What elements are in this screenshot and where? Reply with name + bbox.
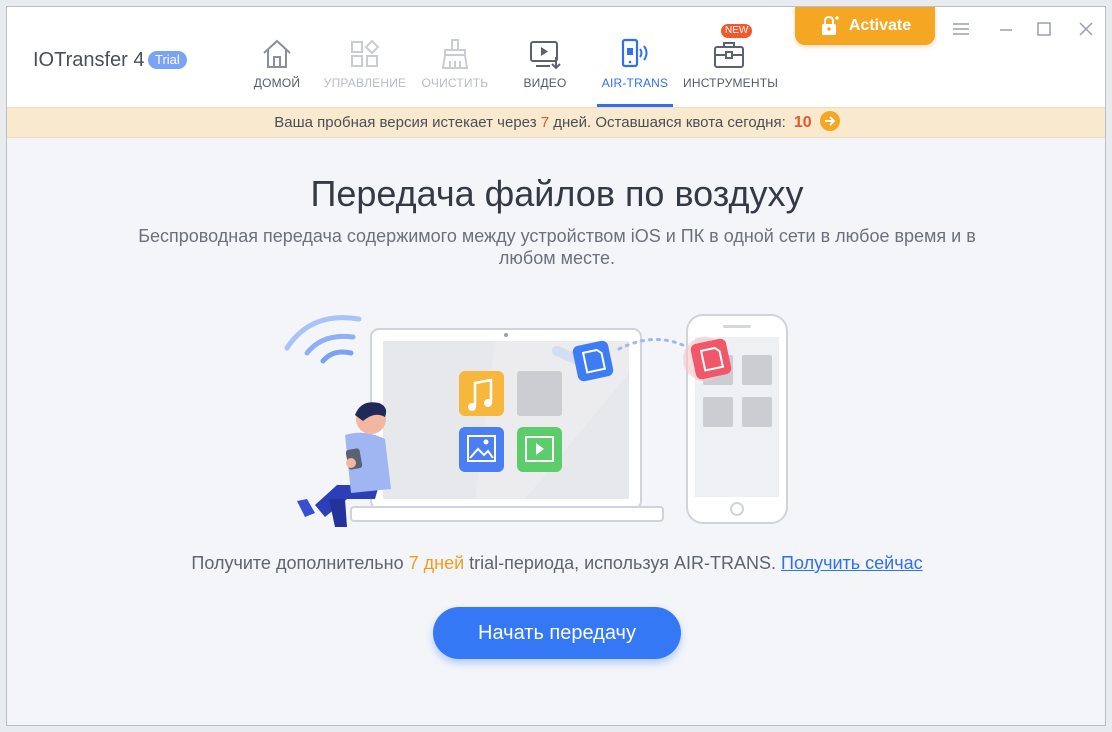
nav-video-label: ВИДЕО [523, 76, 567, 90]
broom-icon [441, 39, 469, 69]
grid-icon [351, 39, 380, 67]
phone-wireless-icon [621, 38, 648, 68]
empty-tile [517, 371, 562, 416]
transfer-red-doc-icon [683, 337, 732, 381]
nav-home-label: ДОМОЙ [253, 76, 301, 90]
nav-clean[interactable]: ОЧИСТИТЬ [409, 33, 501, 107]
banner-quota: 10 [793, 114, 812, 131]
trial-offer-text-before: Получите дополнительно [191, 553, 409, 573]
nav-manage-label: УПРАВЛЕНИЕ [323, 76, 407, 90]
lock-icon [821, 15, 839, 35]
wifi-waves-icon [284, 315, 362, 364]
nav-tools[interactable]: ИНСТРУМЕНТЫ [683, 33, 779, 107]
new-badge: NEW [721, 24, 753, 38]
maximize-icon[interactable] [1033, 19, 1055, 39]
nav-home[interactable]: ДОМОЙ [231, 33, 323, 107]
page-subtitle: Беспроводная передача содержимого между … [138, 226, 976, 268]
air-trans-illustration [284, 314, 788, 527]
activate-button[interactable]: Activate [795, 7, 935, 45]
app-window: IOTransfer 4 Trial ДОМОЙ УПРАВЛЕНИЕ ОЧИС… [6, 6, 1106, 726]
get-now-link[interactable]: Получить сейчас [781, 553, 923, 573]
nav-air-trans-label: AIR-TRANS [601, 76, 669, 90]
arrow-right-icon [824, 116, 836, 126]
music-file-icon [459, 371, 504, 416]
laptop-icon [350, 328, 664, 522]
trial-offer: Получите дополнительно 7 дней trial-пери… [7, 553, 1105, 574]
start-transfer-button[interactable]: Начать передачу [433, 607, 681, 659]
page-title: Передача файлов по воздуху [310, 173, 804, 214]
video-file-icon [517, 427, 562, 472]
banner-arrow-button[interactable] [819, 111, 840, 131]
close-icon[interactable] [1075, 19, 1097, 39]
activate-label: Activate [848, 17, 912, 34]
nav-air-trans[interactable]: AIR-TRANS [589, 33, 681, 107]
trial-offer-days: 7 дней [408, 553, 465, 573]
menu-icon[interactable] [950, 19, 972, 39]
header: IOTransfer 4 Trial ДОМОЙ УПРАВЛЕНИЕ ОЧИС… [7, 7, 1105, 107]
minimize-icon[interactable] [995, 19, 1017, 39]
app-name: IOTransfer 4 [33, 49, 145, 71]
nav-video[interactable]: ВИДЕО [499, 33, 591, 107]
trial-banner: Ваша пробная версия истекает через 7 дне… [7, 107, 1105, 138]
trial-badge: Trial [148, 51, 187, 69]
trial-offer-text-after: trial-периода, используя AIR-TRANS. [464, 553, 782, 573]
banner-text-before: Ваша пробная версия истекает через [274, 114, 541, 131]
banner-text-after: дней. Оставшаяся квота сегодня: [549, 114, 790, 131]
video-download-icon [530, 41, 561, 70]
toolbox-icon [714, 42, 744, 68]
nav-manage[interactable]: УПРАВЛЕНИЕ [319, 33, 411, 107]
nav-clean-label: ОЧИСТИТЬ [421, 76, 489, 90]
banner-days: 7 [540, 114, 550, 131]
home-icon [263, 39, 291, 68]
photo-file-icon [459, 427, 504, 472]
nav-tools-label: ИНСТРУМЕНТЫ [683, 76, 779, 90]
